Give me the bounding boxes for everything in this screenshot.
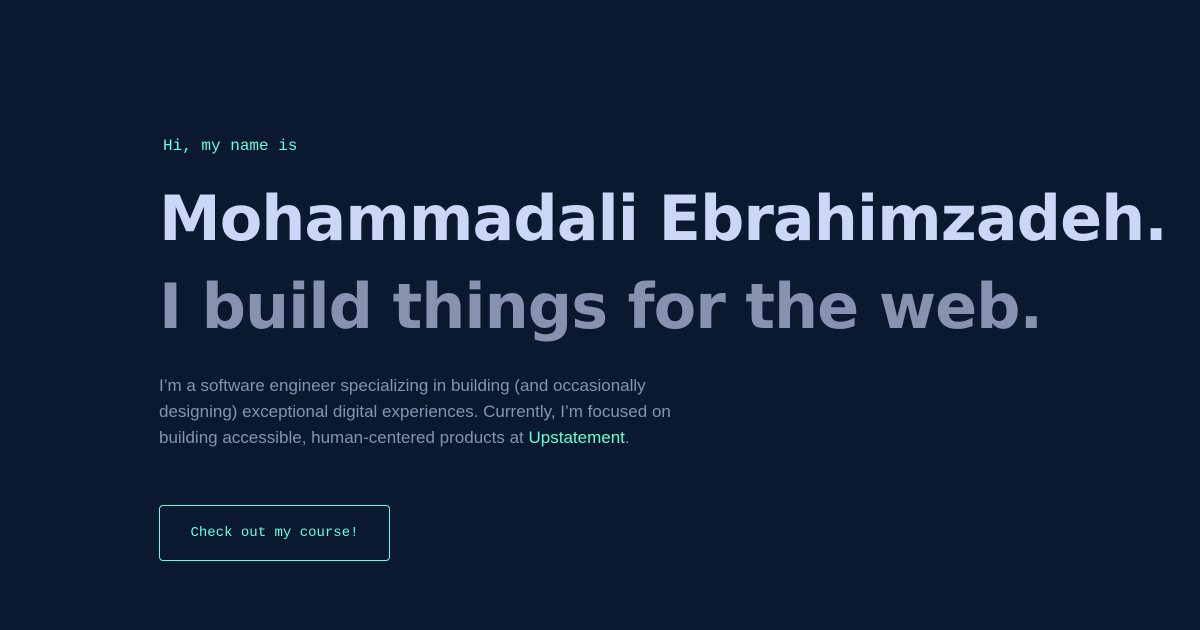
name-heading: Mohammadali Ebrahimzadeh. <box>159 182 1168 255</box>
greeting-text: Hi, my name is <box>163 137 298 155</box>
hero-section: Hi, my name is Mohammadali Ebrahimzadeh.… <box>159 0 1168 630</box>
intro-paragraph: I’m a software engineer specializing in … <box>159 373 699 451</box>
course-button[interactable]: Check out my course! <box>159 505 390 561</box>
upstatement-link[interactable]: Upstatement <box>529 428 625 447</box>
intro-text-end: . <box>624 428 630 447</box>
tagline-heading: I build things for the web. <box>159 270 1043 343</box>
